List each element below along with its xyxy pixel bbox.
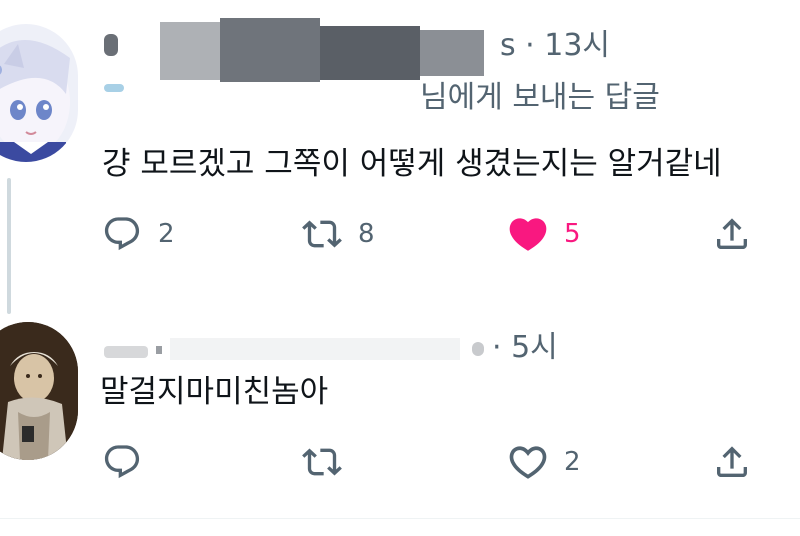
retweet-button[interactable]: 8 [300, 212, 375, 256]
retweet-icon [300, 212, 344, 256]
share-button[interactable] [710, 440, 754, 484]
tweet-1-timestamp[interactable]: s · 13시 [500, 28, 610, 64]
reply-button[interactable]: 2 [100, 212, 175, 256]
retweet-count: 8 [358, 219, 375, 249]
share-icon [710, 212, 754, 256]
share-button[interactable] [710, 212, 754, 256]
like-button[interactable]: 2 [506, 440, 581, 484]
painting-avatar-image [0, 322, 78, 460]
like-button[interactable]: 5 [506, 212, 581, 256]
thread-line [7, 178, 11, 314]
avatar-user-1[interactable] [0, 24, 78, 162]
like-count: 2 [564, 447, 581, 477]
bottom-divider [0, 518, 800, 519]
reply-icon [100, 440, 144, 484]
tweet-2-text: 말걸지마미친놈아 [100, 374, 329, 410]
reply-button[interactable] [100, 440, 158, 484]
avatar-user-2[interactable] [0, 322, 78, 460]
retweet-icon [300, 440, 344, 484]
anime-avatar-image [0, 24, 78, 162]
share-icon [710, 440, 754, 484]
tweet-1-text: 걍 모르겠고 그쪽이 어떻게 생겼는지는 알거같네 [102, 146, 722, 182]
retweet-button[interactable] [300, 440, 358, 484]
replying-to-label[interactable]: 님에게 보내는 답글 [420, 80, 660, 116]
like-count: 5 [564, 219, 581, 249]
reply-icon [100, 212, 144, 256]
heart-outline-icon [506, 440, 550, 484]
heart-filled-icon [506, 212, 550, 256]
tweet-2-timestamp[interactable]: · 5시 [492, 330, 558, 366]
reply-count: 2 [158, 219, 175, 249]
